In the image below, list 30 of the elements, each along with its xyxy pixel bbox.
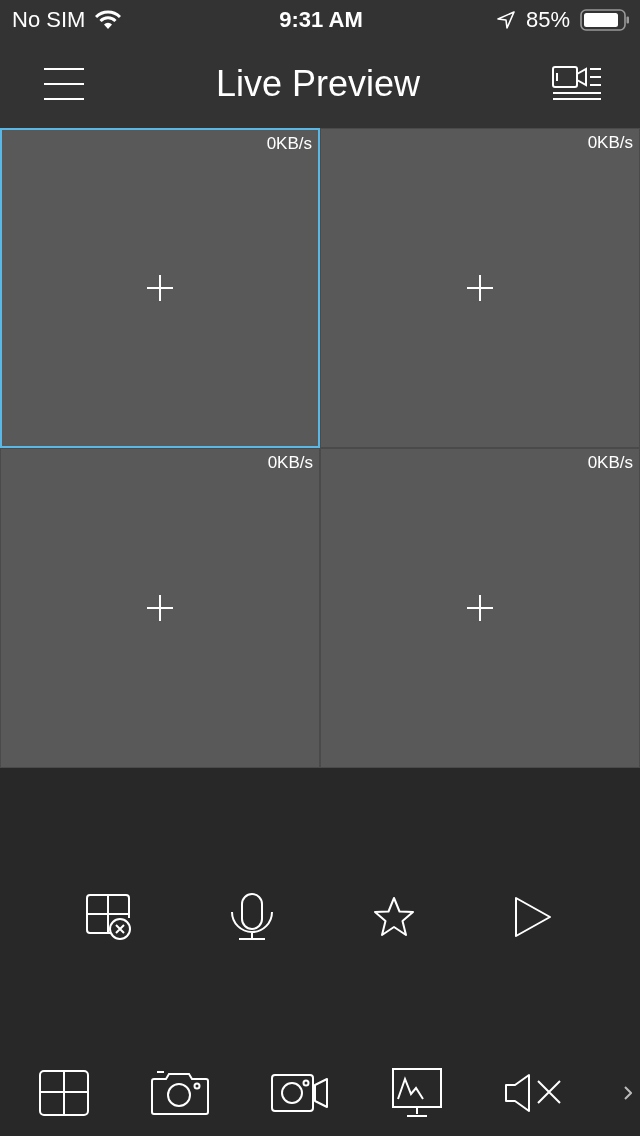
chevron-right-icon[interactable] xyxy=(623,1086,632,1100)
clock-time: 9:31 AM xyxy=(279,7,363,33)
bitrate-label: 0KB/s xyxy=(587,133,633,153)
video-tile[interactable]: 0KB/s xyxy=(320,128,640,448)
screen-title: Live Preview xyxy=(215,63,421,105)
battery-icon xyxy=(580,8,630,32)
bitrate-label: 0KB/s xyxy=(587,453,633,473)
wifi-icon xyxy=(95,10,122,30)
battery-percentage: 85% xyxy=(525,7,570,33)
monitor-chart-icon[interactable] xyxy=(391,1068,442,1118)
video-tile[interactable]: 0KB/s xyxy=(0,128,320,448)
add-icon[interactable] xyxy=(467,595,493,621)
add-icon[interactable] xyxy=(147,275,173,301)
remove-window-icon[interactable] xyxy=(86,894,132,940)
camera-icon[interactable] xyxy=(151,1071,210,1115)
add-icon[interactable] xyxy=(147,595,173,621)
bitrate-label: 0KB/s xyxy=(267,453,313,473)
menu-icon[interactable] xyxy=(44,67,84,101)
bitrate-label: 0KB/s xyxy=(266,134,312,154)
microphone-icon[interactable] xyxy=(231,893,274,941)
play-icon[interactable] xyxy=(514,896,552,938)
add-icon[interactable] xyxy=(467,275,493,301)
carrier-label: No SIM xyxy=(12,7,86,33)
video-tile[interactable]: 0KB/s xyxy=(320,448,640,768)
video-camera-icon[interactable] xyxy=(271,1074,330,1112)
mute-icon[interactable] xyxy=(503,1073,562,1113)
star-icon[interactable] xyxy=(372,896,415,938)
location-arrow-icon xyxy=(495,10,516,30)
video-tile[interactable]: 0KB/s xyxy=(0,448,320,768)
grid-layout-icon[interactable] xyxy=(39,1070,89,1116)
